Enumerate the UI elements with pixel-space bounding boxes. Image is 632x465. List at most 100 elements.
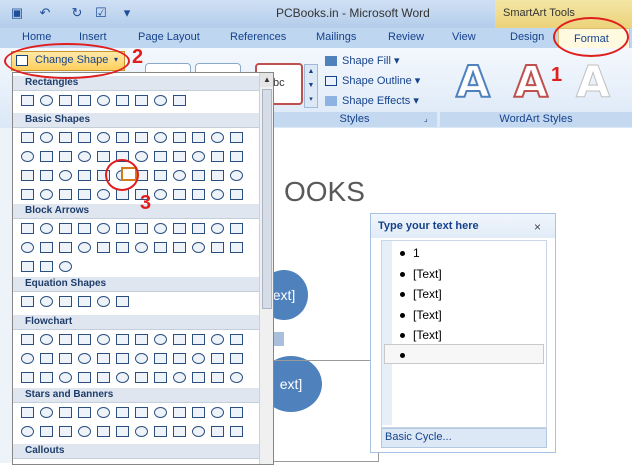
shape-thumbnail-icon[interactable] (40, 242, 53, 253)
shape-thumbnail-icon[interactable] (211, 132, 224, 143)
shape-thumbnail-icon[interactable] (173, 95, 186, 106)
shape-thumbnail-icon[interactable] (59, 242, 72, 253)
shape-thumbnail-icon[interactable] (21, 334, 34, 345)
shape-thumbnail-icon[interactable] (97, 132, 110, 143)
shape-thumbnail-icon[interactable] (192, 151, 205, 162)
shape-thumbnail-icon[interactable] (211, 189, 224, 200)
tab-mailings[interactable]: Mailings (316, 31, 356, 43)
shape-thumbnail-icon[interactable] (173, 426, 186, 437)
shape-thumbnail-icon[interactable] (173, 372, 186, 383)
wordart-style-1[interactable]: A (446, 56, 500, 110)
shape-thumbnail-icon[interactable] (78, 353, 91, 364)
shape-thumbnail-icon[interactable] (59, 261, 72, 272)
shape-thumbnail-icon[interactable] (135, 334, 148, 345)
shape-thumbnail-icon[interactable] (40, 223, 53, 234)
tab-page-layout[interactable]: Page Layout (138, 31, 200, 43)
shape-thumbnail-icon[interactable] (97, 95, 110, 106)
shape-thumbnail-icon[interactable] (97, 296, 110, 307)
tab-home[interactable]: Home (22, 31, 51, 43)
scroll-up-icon[interactable]: ▲ (260, 73, 273, 87)
list-item[interactable]: [Text] (400, 267, 442, 281)
shape-thumbnail-icon[interactable] (97, 372, 110, 383)
shape-thumbnail-icon[interactable] (154, 95, 167, 106)
shape-thumbnail-icon[interactable] (173, 223, 186, 234)
shape-thumbnail-icon[interactable] (78, 242, 91, 253)
text-pane-list[interactable]: 1 [Text] [Text] [Text] [Text] (381, 240, 547, 428)
shape-thumbnail-icon[interactable] (135, 132, 148, 143)
shape-thumbnail-icon[interactable] (230, 334, 243, 345)
shape-thumbnail-icon[interactable] (211, 426, 224, 437)
list-item[interactable]: [Text] (400, 308, 442, 322)
shape-thumbnail-icon[interactable] (135, 223, 148, 234)
shape-thumbnail-icon[interactable] (154, 426, 167, 437)
shape-thumbnail-icon[interactable] (154, 353, 167, 364)
shape-thumbnail-icon[interactable] (40, 95, 53, 106)
tab-review[interactable]: Review (388, 31, 424, 43)
shape-thumbnail-icon[interactable] (59, 426, 72, 437)
office-button-icon[interactable]: ▣ (8, 4, 26, 22)
shape-thumbnail-icon[interactable] (21, 223, 34, 234)
shape-thumbnail-icon[interactable] (97, 407, 110, 418)
shape-thumbnail-icon[interactable] (21, 95, 34, 106)
shape-thumbnail-icon[interactable] (230, 189, 243, 200)
shape-thumbnail-icon[interactable] (78, 426, 91, 437)
shape-thumbnail-icon[interactable] (21, 407, 34, 418)
shape-thumbnail-icon[interactable] (154, 151, 167, 162)
shape-thumbnail-icon[interactable] (230, 151, 243, 162)
check-icon[interactable]: ☑ (92, 4, 110, 22)
shape-thumbnail-icon[interactable] (211, 151, 224, 162)
wordart-style-3[interactable]: A (566, 56, 620, 110)
shape-thumbnail-icon[interactable] (211, 372, 224, 383)
shape-thumbnail-icon[interactable] (135, 353, 148, 364)
shape-thumbnail-icon[interactable] (116, 372, 129, 383)
shape-thumbnail-icon[interactable] (192, 353, 205, 364)
shape-thumbnail-icon[interactable] (78, 95, 91, 106)
shape-thumbnail-icon[interactable] (116, 353, 129, 364)
shape-thumbnail-icon[interactable] (173, 132, 186, 143)
shape-thumbnail-icon[interactable] (40, 334, 53, 345)
shape-thumbnail-icon[interactable] (230, 353, 243, 364)
shape-thumbnail-icon[interactable] (97, 426, 110, 437)
shape-thumbnail-icon[interactable] (40, 189, 53, 200)
tab-view[interactable]: View (452, 31, 476, 43)
shape-thumbnail-icon[interactable] (192, 223, 205, 234)
shape-thumbnail-icon[interactable] (135, 151, 148, 162)
shape-effects-button[interactable]: Shape Effects ▾ (325, 94, 419, 107)
shape-thumbnail-icon[interactable] (116, 296, 129, 307)
shape-thumbnail-icon[interactable] (154, 132, 167, 143)
shape-thumbnail-icon[interactable] (21, 242, 34, 253)
shape-thumbnail-icon[interactable] (230, 372, 243, 383)
list-item[interactable]: [Text] (400, 328, 442, 342)
shape-thumbnail-icon[interactable] (40, 353, 53, 364)
shape-thumbnail-icon[interactable] (230, 242, 243, 253)
tab-insert[interactable]: Insert (79, 31, 107, 43)
shape-thumbnail-icon[interactable] (192, 189, 205, 200)
scroll-thumb[interactable] (262, 89, 272, 309)
shape-thumbnail-icon[interactable] (135, 372, 148, 383)
shape-thumbnail-icon[interactable] (135, 407, 148, 418)
shape-thumbnail-icon[interactable] (116, 242, 129, 253)
shape-thumbnail-icon[interactable] (78, 372, 91, 383)
shape-thumbnail-icon[interactable] (192, 407, 205, 418)
shape-thumbnail-icon[interactable] (192, 170, 205, 181)
shape-thumbnail-icon[interactable] (154, 334, 167, 345)
shape-thumbnail-icon[interactable] (59, 132, 72, 143)
shape-thumbnail-icon[interactable] (154, 242, 167, 253)
basic-cycle-link[interactable]: Basic Cycle... (381, 428, 547, 448)
shape-thumbnail-icon[interactable] (230, 223, 243, 234)
redo-icon[interactable]: ↻ (68, 4, 86, 22)
shape-thumbnail-icon[interactable] (21, 426, 34, 437)
list-item[interactable] (400, 348, 413, 362)
shape-thumbnail-icon[interactable] (97, 353, 110, 364)
list-item[interactable]: [Text] (400, 287, 442, 301)
shape-thumbnail-icon[interactable] (192, 426, 205, 437)
shape-thumbnail-icon[interactable] (97, 334, 110, 345)
shape-thumbnail-icon[interactable] (135, 95, 148, 106)
gallery-scrollbar[interactable]: ▲ (259, 73, 273, 464)
shape-thumbnail-icon[interactable] (173, 189, 186, 200)
shape-thumbnail-icon[interactable] (192, 242, 205, 253)
shape-thumbnail-icon[interactable] (154, 189, 167, 200)
wordart-style-2[interactable]: A (504, 56, 558, 110)
shape-thumbnail-icon[interactable] (78, 334, 91, 345)
list-item[interactable]: 1 (400, 246, 420, 260)
